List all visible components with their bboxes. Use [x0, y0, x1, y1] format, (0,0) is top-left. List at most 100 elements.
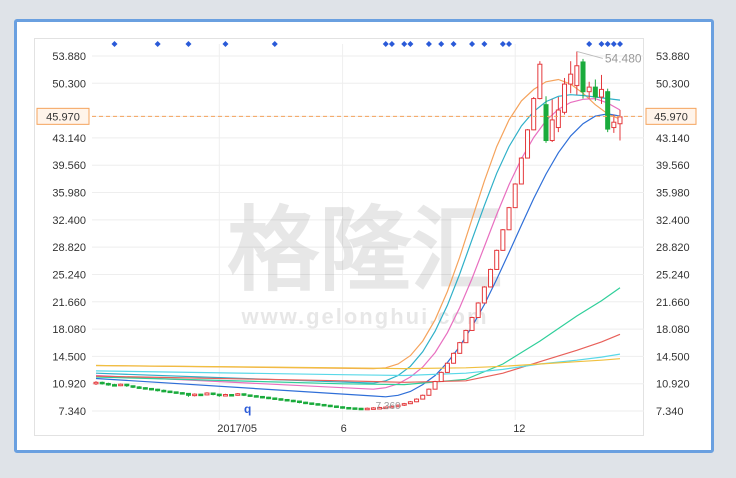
candle-29 [272, 397, 278, 400]
y-tick-right-12: 10.920 [656, 379, 690, 391]
candle-body-42 [352, 407, 358, 410]
annotation-high-leader [576, 50, 603, 59]
annotation-high: 54.480 [605, 51, 642, 65]
candle-body-72 [537, 63, 543, 100]
candle-2 [105, 382, 111, 386]
x-axis: 2017/05 6 12 [217, 423, 525, 435]
reference-label-left: 45.970 [46, 111, 80, 123]
candle-body-31 [284, 398, 290, 402]
candle-69 [518, 157, 524, 185]
candle-body-85 [617, 116, 623, 125]
candle-body-75 [555, 109, 561, 129]
series-dot-13 [481, 41, 488, 47]
series-dot-18 [604, 41, 611, 47]
reference-badge-left: 45.970 [36, 107, 90, 125]
candle-body-1 [99, 381, 105, 385]
candle-31 [284, 398, 290, 402]
candle-37 [321, 403, 327, 407]
y-tick-right-1: 50.300 [656, 78, 690, 90]
candle-24 [241, 393, 247, 397]
y-tick-right-4: 39.560 [656, 160, 690, 172]
candle-25 [247, 394, 253, 397]
watermark: 格隆汇 www.gelonghui.com [227, 200, 503, 329]
candle-body-33 [296, 400, 302, 404]
candle-body-41 [346, 406, 352, 410]
x-tick-2: 12 [513, 423, 525, 435]
candle-body-2 [105, 382, 111, 386]
candle-body-82 [599, 88, 605, 98]
candle-body-59 [457, 342, 463, 354]
annotation-q: q [244, 402, 251, 416]
candle-53 [420, 394, 426, 400]
candle-body-37 [321, 403, 327, 407]
series-dot-6 [388, 41, 395, 47]
candle-body-53 [420, 394, 426, 400]
series-dot-19 [610, 41, 617, 47]
candle-body-35 [309, 402, 315, 405]
y-tick-left-5: 35.980 [52, 188, 86, 200]
candle-body-3 [111, 384, 117, 387]
series-dot-17 [598, 41, 605, 47]
series-dot-5 [382, 41, 389, 47]
series-dot-16 [586, 41, 593, 47]
candle-36 [315, 403, 321, 406]
candle-17 [198, 393, 204, 397]
series-dot-4 [271, 41, 278, 47]
candle-body-55 [432, 381, 438, 390]
series-dot-0 [111, 41, 118, 47]
y-axis-left: 53.880 50.300 43.140 39.560 35.980 32.400 28.8… [52, 51, 86, 418]
candle-19 [210, 392, 216, 396]
candle-51 [407, 401, 413, 405]
candle-62 [475, 302, 481, 318]
candle-52 [414, 398, 420, 403]
candle-body-83 [605, 91, 611, 130]
series-dot-20 [617, 41, 623, 47]
y-tick-right-11: 14.500 [656, 351, 690, 363]
candle-14 [179, 392, 185, 395]
candle-9 [148, 387, 154, 391]
candle-body-40 [340, 406, 346, 409]
y-tick-left-11: 14.500 [52, 351, 86, 363]
candle-body-20 [216, 393, 222, 397]
candle-64 [488, 268, 494, 288]
candle-33 [296, 400, 302, 404]
candle-50 [401, 402, 407, 406]
candlestick-chart: 格隆汇 www.gelonghui.com 45.970 45.970 54.4… [36, 41, 697, 435]
candle-11 [161, 389, 167, 393]
candle-body-27 [259, 395, 265, 399]
candle-34 [303, 401, 309, 405]
candle-body-76 [562, 83, 568, 113]
candle-7 [136, 386, 142, 389]
x-tick-1: 6 [341, 423, 347, 435]
candle-body-71 [531, 98, 537, 131]
candle-body-18 [204, 392, 210, 396]
candle-1 [99, 381, 105, 385]
candle-body-79 [580, 61, 586, 93]
candle-body-52 [414, 398, 420, 403]
candle-58 [451, 352, 457, 364]
candle-12 [167, 390, 173, 394]
y-tick-left-8: 25.240 [52, 269, 86, 281]
candle-body-80 [586, 86, 592, 93]
y-tick-right-10: 18.080 [656, 324, 690, 336]
y-tick-left-7: 28.820 [52, 242, 86, 254]
y-tick-right-5: 35.980 [656, 188, 690, 200]
candle-body-43 [358, 407, 364, 411]
candle-56 [438, 371, 444, 383]
candle-72 [537, 61, 543, 100]
y-tick-right-7: 28.820 [656, 242, 690, 254]
candle-0 [93, 381, 99, 385]
candle-body-67 [506, 207, 512, 231]
candle-body-66 [500, 229, 506, 251]
candle-body-63 [481, 286, 487, 304]
series-dots [111, 41, 623, 47]
candle-42 [352, 407, 358, 410]
candle-body-25 [247, 394, 253, 397]
candle-59 [457, 341, 463, 354]
candle-65 [494, 249, 500, 270]
candle-77 [568, 61, 574, 94]
candle-82 [599, 74, 605, 104]
candle-54 [426, 388, 432, 396]
candle-body-12 [167, 390, 173, 394]
candle-body-36 [315, 403, 321, 406]
